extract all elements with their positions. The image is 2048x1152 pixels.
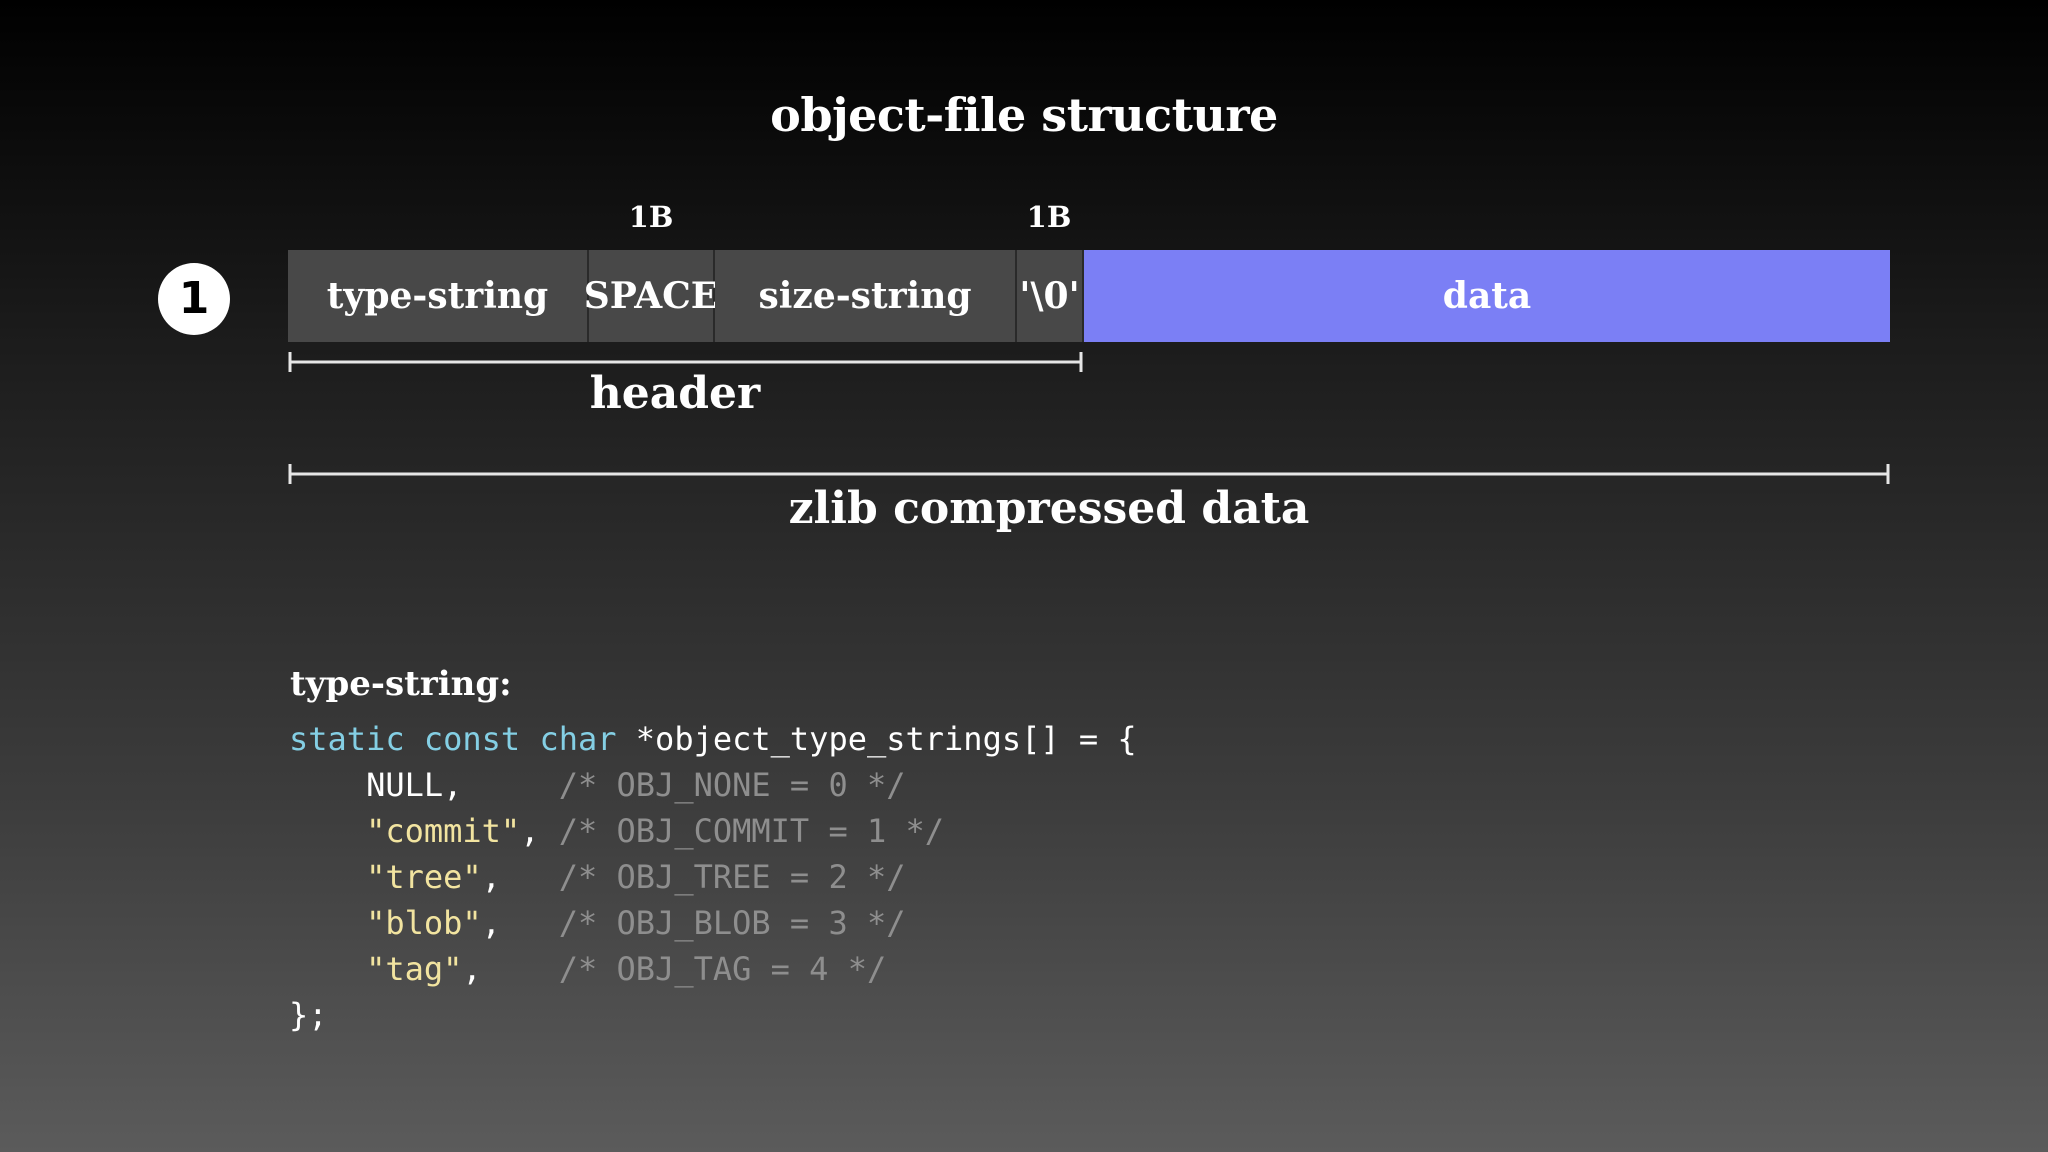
header-label: header (589, 368, 761, 419)
code-entry-value: "tag" (366, 950, 463, 988)
compressed-bracket (288, 464, 1890, 484)
code-entry-value: NULL (366, 766, 444, 804)
code-heading: type-string: (290, 664, 512, 704)
code-keyword-char: char (539, 720, 617, 758)
code-block: static const char *object_type_strings[]… (289, 720, 1137, 1034)
code-keyword-const: const (423, 720, 521, 758)
code-entry-comment: /* OBJ_NONE = 0 */ (558, 766, 906, 804)
code-array-declaration: *object_type_strings[] = { (635, 720, 1137, 758)
code-entry-value: "blob" (366, 904, 482, 942)
code-entry-comment: /* OBJ_TAG = 4 */ (558, 950, 887, 988)
code-closing: }; (289, 996, 328, 1034)
code-entry-comment: /* OBJ_TREE = 2 */ (558, 858, 906, 896)
code-entry-comment: /* OBJ_COMMIT = 1 */ (558, 812, 945, 850)
zlib-compressed-label: zlib compressed data (788, 483, 1310, 534)
code-entry-comment: /* OBJ_BLOB = 3 */ (558, 904, 906, 942)
code-keyword-static: static (289, 720, 405, 758)
code-entry-value: "commit" (366, 812, 521, 850)
code-entry-value: "tree" (366, 858, 482, 896)
